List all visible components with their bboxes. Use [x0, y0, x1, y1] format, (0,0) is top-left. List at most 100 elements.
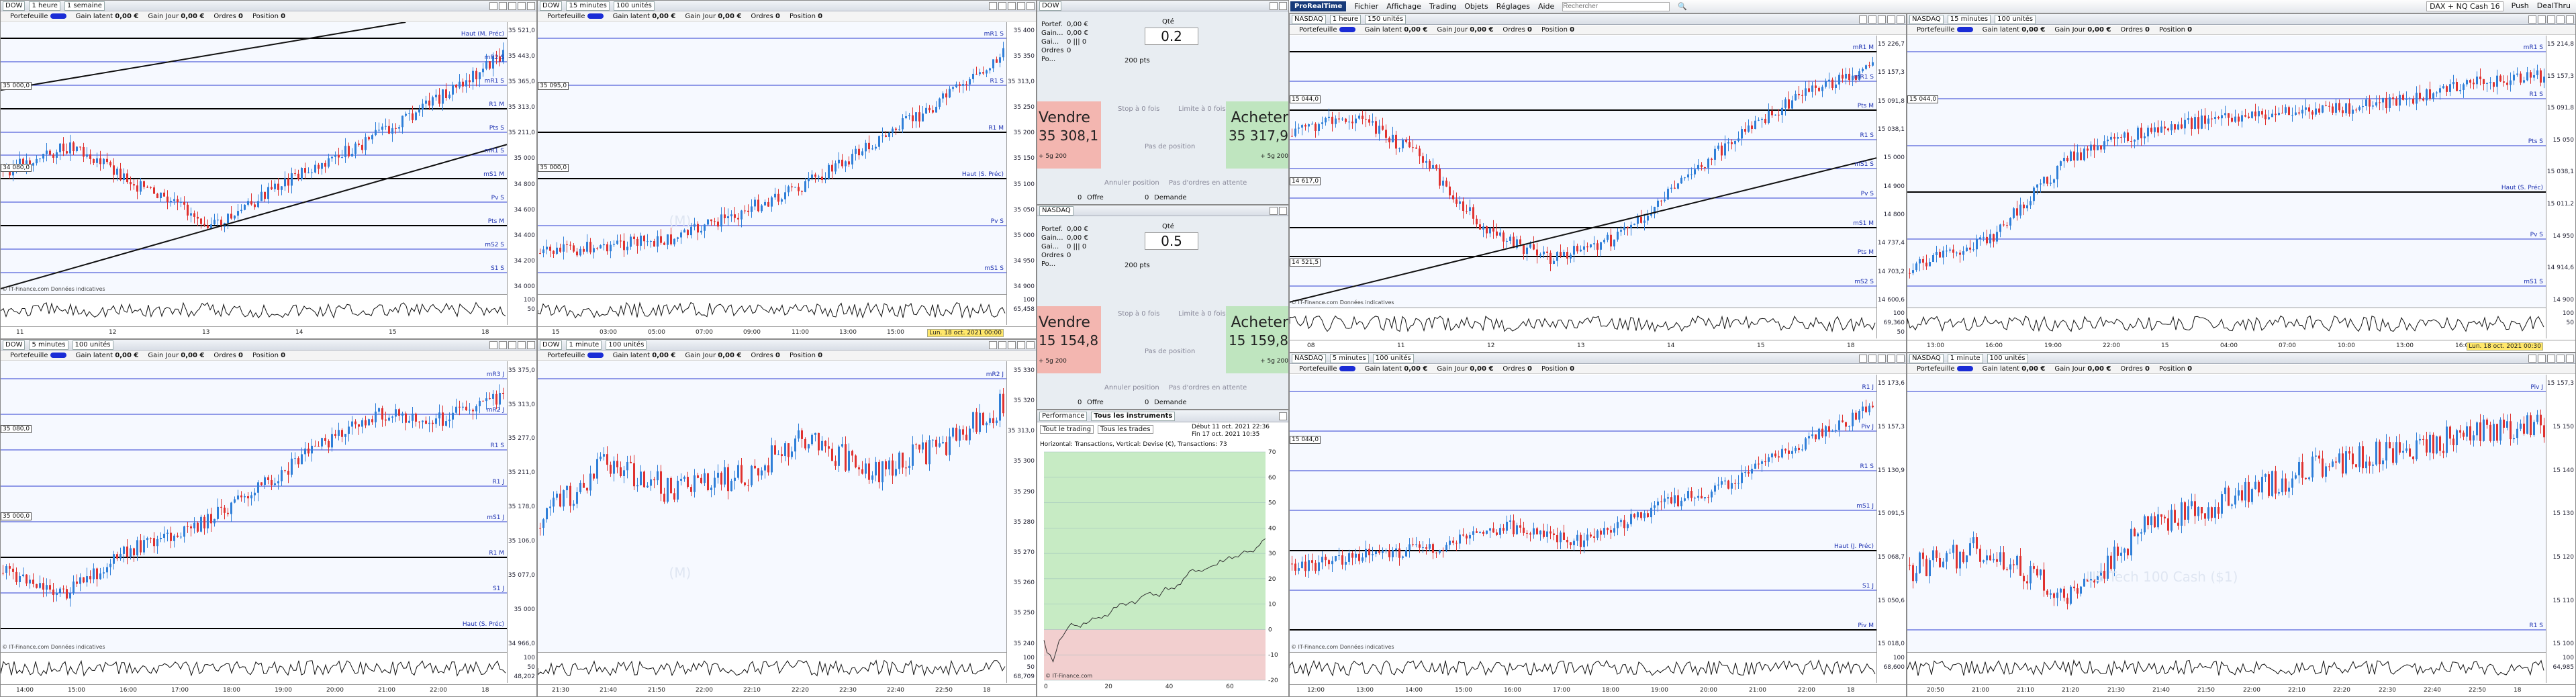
timeframe-selector[interactable]: 1 minute: [1947, 353, 1983, 363]
units-selector[interactable]: 100 unités: [72, 340, 113, 350]
maximize-icon[interactable]: [518, 1, 526, 10]
close-icon[interactable]: [527, 340, 535, 349]
filter-trades-select[interactable]: Tous les trades: [1098, 425, 1153, 434]
chart-panel-dow-5m[interactable]: DOW 5 minutes 100 unités Portefeuille Gain …: [0, 339, 537, 697]
oscillator-pane[interactable]: [1290, 308, 1876, 338]
indicator-icon[interactable]: [1859, 354, 1867, 363]
search-input[interactable]: [1562, 1, 1670, 11]
timeframe-selector[interactable]: 15 minutes: [566, 1, 610, 11]
time-axis[interactable]: 14:00 15:00 16:00 17:00 18:00 19:00 20:00 21:00…: [1, 684, 536, 696]
menu-item-aide[interactable]: Aide: [1538, 2, 1554, 11]
stop-button[interactable]: Stop à 0 fois: [1118, 105, 1159, 113]
maximize-icon[interactable]: [2557, 15, 2565, 24]
minimize-icon[interactable]: [508, 1, 516, 10]
minimize-icon[interactable]: [508, 340, 516, 349]
chart-panel-dow-1m[interactable]: DOW 1 minute 100 unités Portefeuille Gain l…: [537, 339, 1037, 697]
stop-button[interactable]: Stop à 0 fois: [1118, 310, 1159, 318]
close-position-button[interactable]: Annuler position: [1104, 384, 1159, 391]
settings-icon[interactable]: [499, 340, 507, 349]
chart-panel-nasdaq-5m[interactable]: NASDAQ 5 minutes 100 unités Portefeuille Ga…: [1289, 353, 1907, 697]
filter-trading-select[interactable]: Tout le trading: [1040, 425, 1094, 434]
close-icon[interactable]: [1897, 15, 1905, 24]
time-axis[interactable]: 1503:0005:0007:0009:0011:0013:0015:0017:…: [538, 326, 1036, 338]
units-selector[interactable]: 150 unités: [1365, 14, 1406, 24]
tab-all-instruments[interactable]: Tous les instruments: [1091, 411, 1176, 421]
price-axis[interactable]: 35 521,0 35 443,0 35 365,0 35 313,0 35 211,0…: [507, 22, 536, 294]
indicator-icon[interactable]: [1859, 15, 1867, 24]
timeframe-selector[interactable]: 15 minutes: [1947, 14, 1991, 24]
price-chart[interactable]: R1 J Piv J R1 SmS1 J Haut (J. Préc) S1 J Piv …: [1290, 375, 1876, 652]
push-toggle[interactable]: Push: [2512, 1, 2529, 11]
time-axis[interactable]: 12:00 13:00 14:00 15:00 16:00 17:00 18:00 19:00…: [1290, 684, 1906, 696]
time-axis[interactable]: 20:50 21:00 21:10 21:20 21:30 21:40 21:50 22:00…: [1907, 684, 2575, 696]
instrument-selector[interactable]: NASDAQ: [1909, 353, 1944, 363]
close-icon[interactable]: [2566, 15, 2574, 24]
oscillator-pane[interactable]: [1907, 308, 2546, 338]
close-icon[interactable]: [1279, 1, 1287, 10]
buy-button[interactable]: Acheter 15 159,8 + 5g 200: [1226, 306, 1288, 373]
maximize-icon[interactable]: [2557, 354, 2565, 363]
timeframe-selector[interactable]: 5 minutes: [1329, 353, 1369, 363]
units-selector[interactable]: 100 unités: [606, 340, 647, 350]
price-chart[interactable]: Haut (M. Préc) mR2 SmR1 S R1 M Pts SmR1 SmS…: [1, 21, 508, 294]
indicator-icon[interactable]: [489, 340, 497, 349]
time-axis[interactable]: 21:30 21:40 21:50 22:00 22:10 22:20 22:30 22:40…: [538, 684, 1036, 696]
close-icon[interactable]: [1027, 340, 1035, 349]
time-axis[interactable]: 08 11 12 13 14 15 18: [1290, 340, 1906, 352]
tab-performance[interactable]: Performance: [1039, 411, 1088, 421]
price-chart[interactable]: (M) mR1 S R1 S R1 M Haut (S. Préc) Pv SmS1 S3…: [538, 22, 1006, 294]
settings-icon[interactable]: [1270, 1, 1278, 10]
instrument-selector[interactable]: DOW: [1039, 1, 1062, 11]
minimize-icon[interactable]: [1008, 1, 1016, 10]
menu-item-objets[interactable]: Objets: [1464, 2, 1488, 11]
units-selector[interactable]: 100 unités: [1372, 353, 1414, 363]
oscillator-pane[interactable]: [1, 652, 507, 683]
time-axis[interactable]: 11 12 13 14 15 18: [1, 326, 536, 338]
price-axis[interactable]: 15 173,6 15 157,3 15 130,9 15 091,5 15 068,7…: [1876, 375, 1906, 652]
menu-item-affichage[interactable]: Affichage: [1386, 2, 1421, 11]
timeframe-selector[interactable]: 5 minutes: [29, 340, 68, 350]
sell-button[interactable]: Vendre 15 154,8 + 5g 200: [1037, 306, 1101, 373]
timeframe-selector[interactable]: 1 minute: [566, 340, 602, 350]
units-selector[interactable]: 1 semaine: [64, 1, 105, 11]
instrument-selector[interactable]: DOW: [540, 340, 563, 350]
price-axis[interactable]: 15 157,3 15 150 15 140 15 130 15 120 15 110 15…: [2546, 375, 2575, 652]
chart-panel-dow-15m[interactable]: DOW 15 minutes 100 unités Portefeuille Gain…: [537, 0, 1037, 339]
settings-icon[interactable]: [499, 1, 507, 10]
chart-panel-nasdaq-1h[interactable]: NASDAQ 1 heure 150 unités Portefeuille Gain…: [1289, 13, 1907, 353]
qty-input[interactable]: 0.2: [1145, 28, 1198, 45]
instrument-selector[interactable]: NASDAQ: [1292, 353, 1326, 363]
instrument-selector[interactable]: NASDAQ: [1039, 205, 1074, 216]
maximize-icon[interactable]: [1887, 354, 1895, 363]
price-axis[interactable]: 15 214,8 15 157,3 15 091,8 15 050 15 038,1 15…: [2546, 36, 2575, 308]
price-axis[interactable]: 35 375,0 35 313,0 35 277,0 35 211,0 35 178,0…: [507, 361, 536, 652]
price-chart[interactable]: mR3 JmR2 J R1 S R1 JmS1 J R1 M S1 J Haut (S. …: [1, 361, 507, 652]
oscillator-pane[interactable]: [1907, 652, 2546, 683]
units-selector[interactable]: 100 unités: [1995, 14, 2036, 24]
price-chart[interactable]: mR1 S R1 S Pts S Haut (S. Préc) Pv SmS1 S 15 …: [1907, 36, 2546, 308]
settings-icon[interactable]: [1270, 206, 1278, 215]
close-icon[interactable]: [1279, 412, 1287, 420]
limit-button[interactable]: Limite à 0 fois: [1178, 310, 1226, 318]
search-icon[interactable]: 🔍: [1678, 2, 1687, 11]
settings-icon[interactable]: [2538, 354, 2546, 363]
maximize-icon[interactable]: [1017, 1, 1025, 10]
instrument-selector[interactable]: DOW: [3, 1, 26, 11]
workspace-selector[interactable]: DAX + NQ Cash 16: [2426, 1, 2503, 11]
settings-icon[interactable]: [998, 1, 1006, 10]
minimize-icon[interactable]: [1878, 354, 1886, 363]
stop-distance[interactable]: 200 pts: [1125, 262, 1150, 269]
close-icon[interactable]: [527, 1, 535, 10]
time-axis[interactable]: 13:00 16:00 19:00 22:00 15 04:00 07:00 10:00 13:…: [1907, 340, 2575, 352]
instrument-selector[interactable]: NASDAQ: [1909, 14, 1944, 24]
dealthru-button[interactable]: DealThru: [2537, 1, 2571, 11]
minimize-icon[interactable]: [1878, 15, 1886, 24]
price-chart[interactable]: US Tech 100 Cash ($1) Piv J R1 S: [1907, 375, 2546, 652]
oscillator-pane[interactable]: [1290, 652, 1876, 683]
menu-item-reglages[interactable]: Réglages: [1496, 2, 1530, 11]
stop-distance[interactable]: 200 pts: [1125, 57, 1150, 64]
menu-item-trading[interactable]: Trading: [1429, 2, 1456, 11]
settings-icon[interactable]: [998, 340, 1006, 349]
maximize-icon[interactable]: [1017, 340, 1025, 349]
minimize-icon[interactable]: [2547, 354, 2555, 363]
